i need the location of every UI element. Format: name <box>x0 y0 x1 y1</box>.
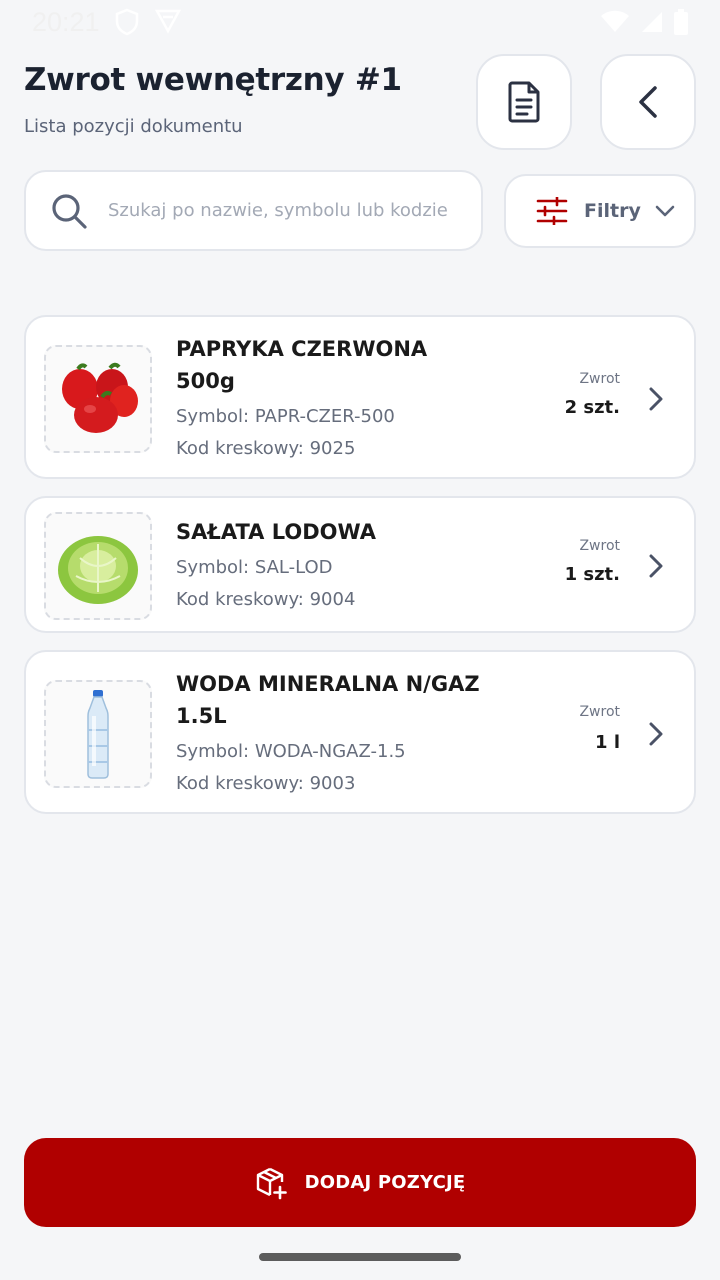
item-name-line2: 1.5L <box>176 704 227 728</box>
item-symbol: Symbol: SAL-LOD <box>176 557 333 578</box>
item-name: SAŁATA LODOWA <box>176 516 496 548</box>
return-label: Zwrot <box>579 371 620 387</box>
signal-icon <box>642 12 662 32</box>
status-time: 20:21 <box>32 6 100 37</box>
back-button[interactable] <box>600 54 696 150</box>
filter-label: Filtry <box>584 200 641 222</box>
return-quantity: 1 l <box>595 732 620 753</box>
chevron-left-icon <box>639 86 657 118</box>
return-quantity: 2 szt. <box>564 397 620 418</box>
item-name-line2: 500g <box>176 369 235 393</box>
battery-icon <box>674 9 688 35</box>
status-bar: 20:21 <box>0 0 720 44</box>
chevron-right-icon <box>649 554 663 578</box>
return-label: Zwrot <box>579 538 620 554</box>
item-name-line1: PAPRYKA CZERWONA <box>176 337 428 361</box>
add-item-label: DODAJ POZYCJĘ <box>304 1172 466 1193</box>
add-item-button[interactable]: DODAJ POZYCJĘ <box>24 1138 696 1227</box>
page-title: Zwrot wewnętrzny #1 <box>24 62 402 98</box>
sliders-icon <box>536 197 568 225</box>
vpn-icon <box>154 9 181 34</box>
item-name-line1: WODA MINERALNA N/GAZ <box>176 672 480 696</box>
search-placeholder: Szukaj po nazwie, symbolu lub kodzie <box>108 200 448 221</box>
chevron-right-icon <box>649 722 663 746</box>
chevron-down-icon <box>655 205 675 217</box>
product-image <box>44 680 152 788</box>
home-indicator[interactable] <box>259 1253 461 1261</box>
shield-icon <box>115 8 138 36</box>
product-image <box>44 345 152 453</box>
list-item[interactable]: PAPRYKA CZERWONA 500g Symbol: PAPR-CZER-… <box>24 315 696 479</box>
wifi-icon <box>601 10 629 32</box>
item-barcode: Kod kreskowy: 9004 <box>176 589 356 610</box>
search-icon <box>52 193 87 229</box>
item-name: WODA MINERALNA N/GAZ 1.5L <box>176 668 496 732</box>
product-image <box>44 512 152 620</box>
item-name: PAPRYKA CZERWONA 500g <box>176 333 496 397</box>
chevron-right-icon <box>649 387 663 411</box>
red-pepper-image <box>62 362 138 433</box>
page-subtitle: Lista pozycji dokumentu <box>24 116 243 137</box>
return-quantity: 1 szt. <box>564 564 620 585</box>
item-name-line1: SAŁATA LODOWA <box>176 520 376 544</box>
list-item[interactable]: WODA MINERALNA N/GAZ 1.5L Symbol: WODA-N… <box>24 650 696 814</box>
item-barcode: Kod kreskowy: 9003 <box>176 773 356 794</box>
search-input[interactable]: Szukaj po nazwie, symbolu lub kodzie <box>24 170 483 251</box>
iceberg-lettuce-image <box>58 536 138 604</box>
list-item[interactable]: SAŁATA LODOWA Symbol: SAL-LOD Kod kresko… <box>24 496 696 633</box>
return-label: Zwrot <box>579 704 620 720</box>
filter-button[interactable]: Filtry <box>504 174 696 248</box>
package-add-icon <box>256 1167 287 1199</box>
item-symbol: Symbol: PAPR-CZER-500 <box>176 406 395 427</box>
item-barcode: Kod kreskowy: 9025 <box>176 438 356 459</box>
water-bottle-image <box>87 690 109 779</box>
item-symbol: Symbol: WODA-NGAZ-1.5 <box>176 741 406 762</box>
document-icon <box>508 81 540 123</box>
document-button[interactable] <box>476 54 572 150</box>
